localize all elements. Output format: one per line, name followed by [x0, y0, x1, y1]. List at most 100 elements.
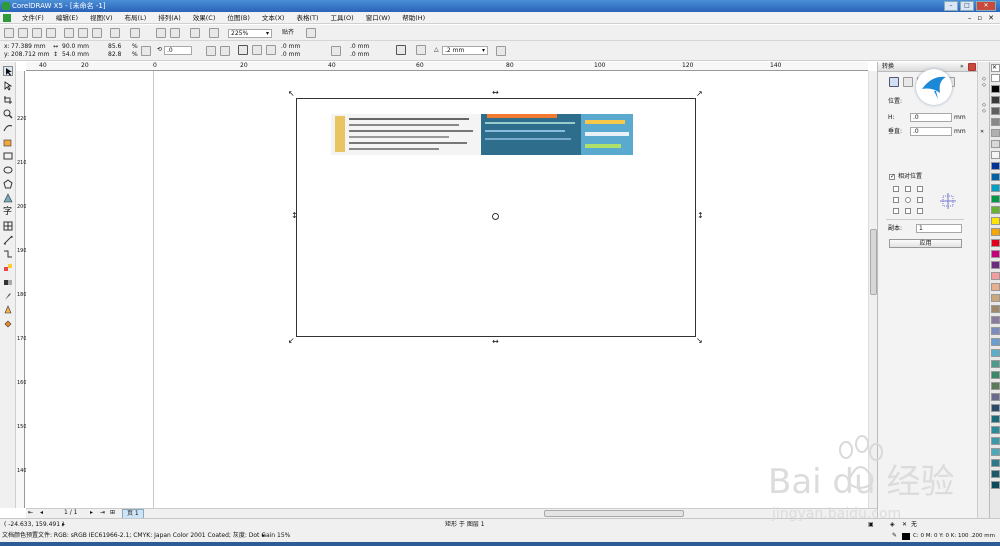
- text-tool-icon[interactable]: 字: [3, 207, 13, 217]
- rotate-mode-icon[interactable]: [903, 77, 913, 87]
- color-swatch[interactable]: [991, 129, 1000, 137]
- color-swatch[interactable]: [991, 327, 1000, 335]
- polygon-tool-icon[interactable]: [3, 179, 13, 189]
- open-icon[interactable]: [18, 28, 28, 38]
- color-swatch[interactable]: [991, 415, 1000, 423]
- anchor-bottom-center[interactable]: [905, 208, 911, 214]
- side-tab-transform[interactable]: ◇◇: [980, 102, 988, 114]
- color-swatch[interactable]: [991, 404, 1000, 412]
- shape-tool-icon[interactable]: [3, 81, 13, 91]
- color-swatch[interactable]: [991, 151, 1000, 159]
- menu-text[interactable]: 文本(X): [256, 12, 291, 24]
- color-swatch[interactable]: [991, 426, 1000, 434]
- object-x[interactable]: 77.389 mm: [11, 43, 46, 51]
- skew-handle-bottom[interactable]: ↔: [492, 338, 499, 346]
- color-swatch[interactable]: [991, 239, 1000, 247]
- fill-tool-icon[interactable]: [3, 319, 13, 329]
- doc-close-button[interactable]: ✕: [988, 13, 994, 23]
- skew-handle-left[interactable]: ↕: [291, 212, 298, 220]
- outline-pen-status-icon[interactable]: ✎: [892, 532, 897, 540]
- skew-handle-top[interactable]: ↔: [492, 89, 499, 97]
- first-page-icon[interactable]: ⇤: [28, 509, 33, 517]
- vertical-ruler[interactable]: 220 210 200 190 180 170 160 150 140: [16, 71, 27, 508]
- menu-edit[interactable]: 编辑(E): [50, 12, 84, 24]
- ellipse-tool-icon[interactable]: [3, 165, 13, 175]
- scale-x[interactable]: 85.6: [108, 43, 121, 51]
- last-page-icon[interactable]: ⇥: [100, 509, 105, 517]
- rectangle-tool-icon[interactable]: [3, 151, 13, 161]
- anchor-bottom-left[interactable]: [893, 208, 899, 214]
- color-swatch[interactable]: [991, 360, 1000, 368]
- anchor-middle-left[interactable]: [893, 197, 899, 203]
- zoom-tool-icon[interactable]: [3, 109, 13, 119]
- copies-field[interactable]: 1: [916, 224, 962, 233]
- object-width[interactable]: 90.0 mm: [62, 43, 89, 51]
- color-swatch[interactable]: [991, 272, 1000, 280]
- pick-tool-icon[interactable]: [3, 66, 13, 76]
- color-swatch[interactable]: [991, 349, 1000, 357]
- color-swatch[interactable]: [991, 217, 1000, 225]
- cut-icon[interactable]: [64, 28, 74, 38]
- docker-close-icon[interactable]: [968, 63, 976, 71]
- paste-icon[interactable]: [92, 28, 102, 38]
- menu-file[interactable]: 文件(F): [16, 12, 50, 24]
- save-icon[interactable]: [32, 28, 42, 38]
- rotate-handle-bottom-left[interactable]: ↙: [288, 337, 295, 345]
- corner-radius-bottom-left[interactable]: .0 mm: [281, 51, 300, 59]
- no-color-swatch[interactable]: ✕: [991, 64, 1000, 72]
- outline-tool-icon[interactable]: [3, 305, 13, 315]
- anchor-middle-right[interactable]: [917, 197, 923, 203]
- color-swatch[interactable]: [991, 338, 1000, 346]
- color-swatch[interactable]: [991, 195, 1000, 203]
- menu-layout[interactable]: 布局(L): [119, 12, 153, 24]
- convert-to-curves-icon[interactable]: [496, 46, 506, 56]
- color-swatch[interactable]: [991, 393, 1000, 401]
- color-swatch[interactable]: [991, 283, 1000, 291]
- docker-expand-icon[interactable]: »: [960, 63, 964, 71]
- crop-tool-icon[interactable]: [3, 95, 13, 105]
- blend-tool-icon[interactable]: [3, 263, 13, 273]
- embedded-bitmap[interactable]: [331, 114, 633, 155]
- color-swatch[interactable]: [991, 382, 1000, 390]
- color-swatch[interactable]: [991, 74, 1000, 82]
- side-tab-close-icon[interactable]: ✕: [980, 128, 984, 136]
- welcome-screen-icon[interactable]: [209, 28, 219, 38]
- lock-corners-icon[interactable]: [331, 46, 341, 56]
- side-tab-object-manager[interactable]: ◇◇: [980, 76, 988, 88]
- color-swatch[interactable]: [991, 470, 1000, 478]
- color-swatch[interactable]: [991, 459, 1000, 467]
- table-tool-icon[interactable]: [3, 221, 13, 231]
- basic-shapes-tool-icon[interactable]: [3, 193, 13, 203]
- menu-view[interactable]: 视图(V): [84, 12, 119, 24]
- rotate-handle-top-left[interactable]: ↖: [288, 90, 295, 98]
- rotate-handle-bottom-right[interactable]: ↘: [696, 337, 703, 345]
- anchor-bottom-right[interactable]: [917, 208, 923, 214]
- outline-width-select[interactable]: .2 mm ▾: [442, 46, 488, 55]
- color-swatch[interactable]: [991, 261, 1000, 269]
- color-swatch[interactable]: [991, 140, 1000, 148]
- mirror-vertical-icon[interactable]: [220, 46, 230, 56]
- menu-effects[interactable]: 效果(C): [187, 12, 222, 24]
- undo-icon[interactable]: [110, 28, 120, 38]
- lock-ratio-icon[interactable]: [141, 46, 151, 56]
- prev-page-icon[interactable]: ◂: [40, 509, 43, 517]
- relative-corner-scaling-icon[interactable]: [396, 45, 406, 55]
- color-swatch[interactable]: [991, 118, 1000, 126]
- close-button[interactable]: ✕: [976, 1, 996, 11]
- rotate-handle-top-right[interactable]: ↗: [696, 90, 703, 98]
- scale-y[interactable]: 82.8: [108, 51, 121, 59]
- corner-radius-bottom-right[interactable]: .0 mm: [350, 51, 369, 59]
- round-corner-icon[interactable]: [238, 45, 248, 55]
- menu-tools[interactable]: 工具(O): [325, 12, 360, 24]
- vertical-position-field[interactable]: .0: [910, 127, 952, 136]
- connector-tool-icon[interactable]: [3, 249, 13, 259]
- copy-icon[interactable]: [78, 28, 88, 38]
- menu-table[interactable]: 表格(T): [290, 12, 324, 24]
- relative-position-checkbox[interactable]: ✓: [889, 173, 895, 180]
- application-launcher-icon[interactable]: [190, 28, 200, 38]
- color-swatch[interactable]: [991, 173, 1000, 181]
- doc-restore-button[interactable]: ▫: [977, 13, 982, 23]
- status-expand-icon[interactable]: ▸: [62, 521, 65, 529]
- skew-handle-right[interactable]: ↕: [697, 212, 704, 220]
- import-icon[interactable]: [156, 28, 166, 38]
